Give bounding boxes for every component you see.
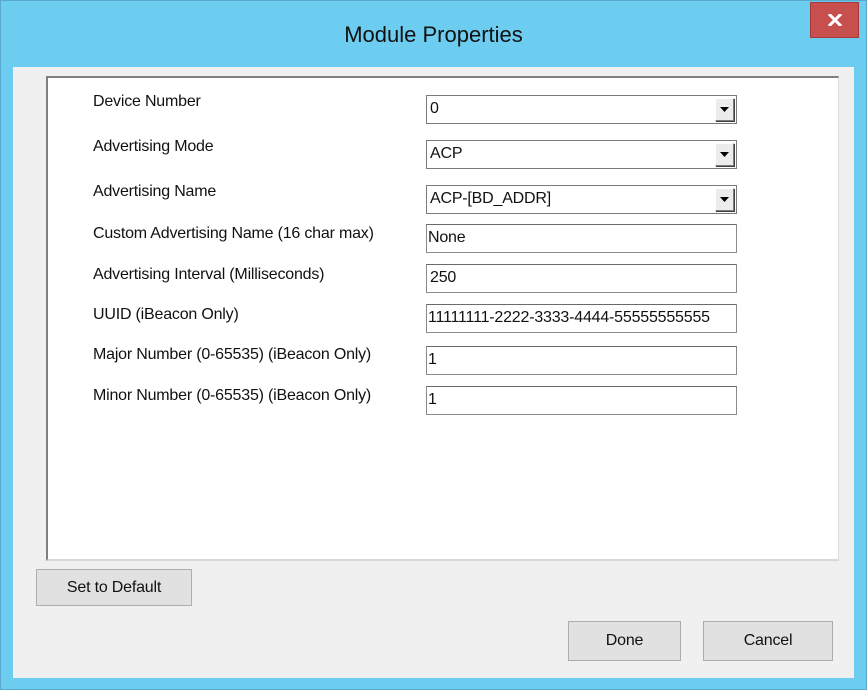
minor-number-field[interactable]: 1 [426, 386, 737, 415]
chevron-down-icon [720, 152, 729, 157]
device-number-dropdown[interactable]: 0 [426, 95, 737, 124]
custom-advertising-name-label: Custom Advertising Name (16 char max) [93, 225, 374, 242]
uuid-field[interactable]: 11111111-2222-3333-4444-55555555555 [426, 304, 737, 333]
uuid-label: UUID (iBeacon Only) [93, 306, 239, 323]
advertising-name-label: Advertising Name [93, 183, 217, 200]
advertising-name-value: ACP-[BD_ADDR] [430, 190, 551, 207]
cancel-button[interactable]: Cancel [703, 621, 833, 661]
advertising-interval-field[interactable]: 250 [426, 264, 737, 293]
major-number-field[interactable]: 1 [426, 346, 737, 375]
advertising-interval-value: 250 [430, 269, 457, 286]
advertising-name-dropdown-button[interactable] [715, 188, 734, 211]
minor-number-label: Minor Number (0-65535) (iBeacon Only) [93, 387, 372, 404]
advertising-mode-dropdown-button[interactable] [715, 143, 734, 166]
device-number-label: Device Number [93, 93, 201, 110]
close-button[interactable] [810, 2, 859, 38]
properties-panel: Device Number 0 Advertising Mode ACP Adv… [46, 76, 839, 561]
advertising-mode-value: ACP [430, 145, 463, 162]
window-title: Module Properties [344, 22, 523, 47]
major-number-value: 1 [428, 351, 437, 368]
custom-advertising-name-value: None [428, 229, 466, 246]
advertising-mode-label: Advertising Mode [93, 138, 214, 155]
set-to-default-button[interactable]: Set to Default [36, 569, 192, 606]
done-button[interactable]: Done [568, 621, 681, 661]
uuid-value: 11111111-2222-3333-4444-55555555555 [428, 309, 710, 326]
advertising-mode-dropdown[interactable]: ACP [426, 140, 737, 169]
advertising-name-dropdown[interactable]: ACP-[BD_ADDR] [426, 185, 737, 214]
device-number-value: 0 [430, 100, 439, 117]
advertising-interval-label: Advertising Interval (Milliseconds) [93, 266, 325, 283]
chevron-down-icon [720, 197, 729, 202]
major-number-label: Major Number (0-65535) (iBeacon Only) [93, 346, 372, 363]
minor-number-value: 1 [428, 391, 437, 408]
module-properties-dialog: Module Properties Device Number 0 Advert… [0, 0, 867, 690]
custom-advertising-name-field[interactable]: None [426, 224, 737, 253]
dialog-client-area: Device Number 0 Advertising Mode ACP Adv… [13, 67, 854, 678]
device-number-dropdown-button[interactable] [715, 98, 734, 121]
chevron-down-icon [720, 107, 729, 112]
close-icon [827, 14, 842, 26]
title-bar[interactable]: Module Properties [1, 1, 866, 67]
